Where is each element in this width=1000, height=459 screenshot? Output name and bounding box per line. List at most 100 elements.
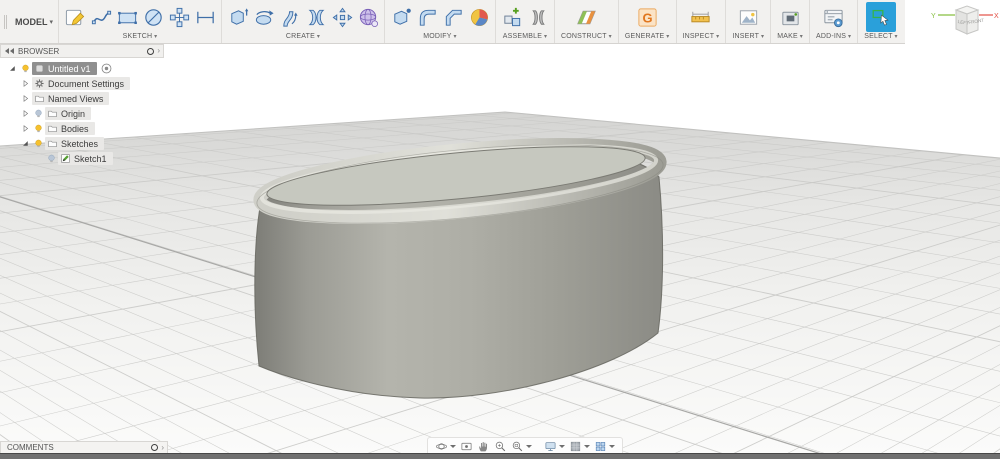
component-icon — [34, 63, 45, 74]
rectangle-button[interactable] — [114, 3, 140, 31]
expander-collapsed-icon[interactable] — [19, 124, 32, 133]
tree-item-label[interactable]: Named Views — [32, 92, 110, 105]
x-axis-label: X — [994, 13, 999, 20]
tree-item-sketches: Sketches — [0, 136, 170, 151]
panel-options-icon[interactable] — [147, 47, 155, 55]
toolbar-group-label[interactable]: CONSTRUCT ▾ — [558, 33, 615, 43]
make-3d-print-button[interactable] — [777, 3, 803, 31]
joint-button[interactable] — [525, 3, 551, 31]
expander-expanded-icon[interactable] — [6, 64, 19, 73]
collapse-panel-icon[interactable] — [5, 48, 15, 54]
sketch-icon — [60, 153, 71, 164]
chevron-down-icon: ▾ — [797, 34, 803, 40]
display-settings-icon — [544, 440, 557, 453]
model-body[interactable] — [253, 131, 667, 399]
spline-button[interactable] — [88, 3, 114, 31]
sketch-pattern-button[interactable] — [166, 3, 192, 31]
viewports-button[interactable] — [594, 440, 615, 453]
add-ins-icon — [822, 6, 845, 29]
visibility-bulb-on-icon[interactable] — [32, 138, 45, 149]
zoom-icon — [494, 440, 507, 453]
toolbar-group-construct: CONSTRUCT ▾ — [554, 0, 618, 43]
sweep-button[interactable] — [277, 3, 303, 31]
visibility-bulb-off-icon[interactable] — [45, 153, 58, 164]
orbit-icon — [435, 440, 448, 453]
zoom-button[interactable] — [494, 440, 507, 453]
dimension-button[interactable] — [192, 3, 218, 31]
tree-item-text: Origin — [61, 108, 86, 119]
toolbar-group-label[interactable]: GENERATE ▾ — [622, 33, 673, 43]
browser-header[interactable]: BROWSER › — [0, 44, 164, 58]
circle-button[interactable] — [140, 3, 166, 31]
toolbar-group-label[interactable]: MAKE ▾ — [774, 33, 806, 43]
insert-image-icon — [737, 6, 760, 29]
tree-item-label[interactable]: Document Settings — [32, 77, 131, 90]
svg-text:G: G — [642, 10, 652, 25]
tree-item-bodies: Bodies — [0, 121, 170, 136]
pattern-button[interactable] — [329, 3, 355, 31]
construction-plane-button[interactable] — [573, 3, 599, 31]
toolbar-group-label[interactable]: ASSEMBLE ▾ — [499, 33, 551, 43]
toolbar-group-generate: G GENERATE ▾ — [617, 0, 676, 43]
window-bottom-edge — [0, 453, 1000, 459]
appearance-button[interactable] — [466, 3, 492, 31]
expander-collapsed-icon[interactable] — [19, 79, 32, 88]
expander-collapsed-icon[interactable] — [19, 94, 32, 103]
visibility-bulb-on-icon[interactable] — [32, 123, 45, 134]
toolbar-group-label[interactable]: INSERT ▾ — [729, 33, 767, 43]
toolbar-group-label[interactable]: CREATE ▾ — [225, 33, 381, 43]
toolbar-grip-icon[interactable] — [0, 0, 10, 43]
toolbar-group-label[interactable]: SKETCH ▾ — [62, 33, 218, 43]
activate-component-radio-icon[interactable] — [100, 62, 113, 75]
circle-icon — [142, 6, 165, 29]
toolbar-group-label[interactable]: SELECT ▾ — [861, 33, 901, 43]
look-at-button[interactable] — [460, 440, 473, 453]
group-label-text: SKETCH — [122, 33, 153, 40]
chevron-right-icon[interactable]: › — [161, 443, 164, 452]
tree-item-label[interactable]: Origin — [45, 107, 92, 120]
orbit-button[interactable] — [435, 440, 456, 453]
folder-icon — [47, 123, 58, 134]
coil-button[interactable] — [355, 3, 381, 31]
loft-button[interactable] — [303, 3, 329, 31]
fillet-button[interactable] — [414, 3, 440, 31]
toolbar-group-label[interactable]: ADD-INS ▾ — [813, 33, 854, 43]
add-ins-button[interactable] — [821, 3, 847, 31]
generate-button[interactable]: G — [634, 3, 660, 31]
tree-item-label[interactable]: Sketches — [45, 137, 105, 150]
select-tool-button[interactable] — [866, 2, 896, 32]
expander-expanded-icon[interactable] — [19, 139, 32, 148]
spline-icon — [90, 6, 113, 29]
chamfer-button[interactable] — [440, 3, 466, 31]
grid-settings-button[interactable] — [569, 440, 590, 453]
group-label-text: GENERATE — [624, 33, 665, 40]
panel-options-icon[interactable] — [151, 444, 159, 451]
expander-collapsed-icon[interactable] — [19, 109, 32, 118]
visibility-bulb-off-icon[interactable] — [32, 108, 45, 119]
tree-item-label[interactable]: Sketch1 — [58, 152, 113, 165]
extrude-button[interactable] — [225, 3, 251, 31]
y-axis-label: Y — [931, 13, 936, 20]
toolbar-group-label[interactable]: MODIFY ▾ — [388, 33, 492, 43]
group-label-text: CREATE — [285, 33, 315, 40]
construction-plane-icon — [575, 6, 598, 29]
fit-button[interactable] — [511, 440, 532, 453]
insert-image-button[interactable] — [735, 3, 761, 31]
new-component-button[interactable] — [499, 3, 525, 31]
tree-item-label[interactable]: Untitled v1 — [32, 62, 97, 75]
display-settings-button[interactable] — [544, 440, 565, 453]
toolbar-group-label[interactable]: INSPECT ▾ — [680, 33, 723, 43]
revolve-button[interactable] — [251, 3, 277, 31]
pan-button[interactable] — [477, 440, 490, 453]
workspace-dropdown[interactable]: MODEL ▾ — [10, 0, 58, 43]
folder-icon — [47, 138, 58, 149]
chevron-right-icon[interactable]: › — [157, 47, 160, 55]
visibility-bulb-on-icon[interactable] — [19, 63, 32, 74]
press-pull-button[interactable] — [388, 3, 414, 31]
create-sketch-button[interactable] — [62, 3, 88, 31]
measure-button[interactable] — [688, 3, 714, 31]
tree-item-text: Named Views — [48, 93, 104, 104]
view-cube[interactable]: Y X LEFT FRONT — [930, 2, 1000, 58]
tree-item-label[interactable]: Bodies — [45, 122, 95, 135]
pattern-icon — [331, 6, 354, 29]
